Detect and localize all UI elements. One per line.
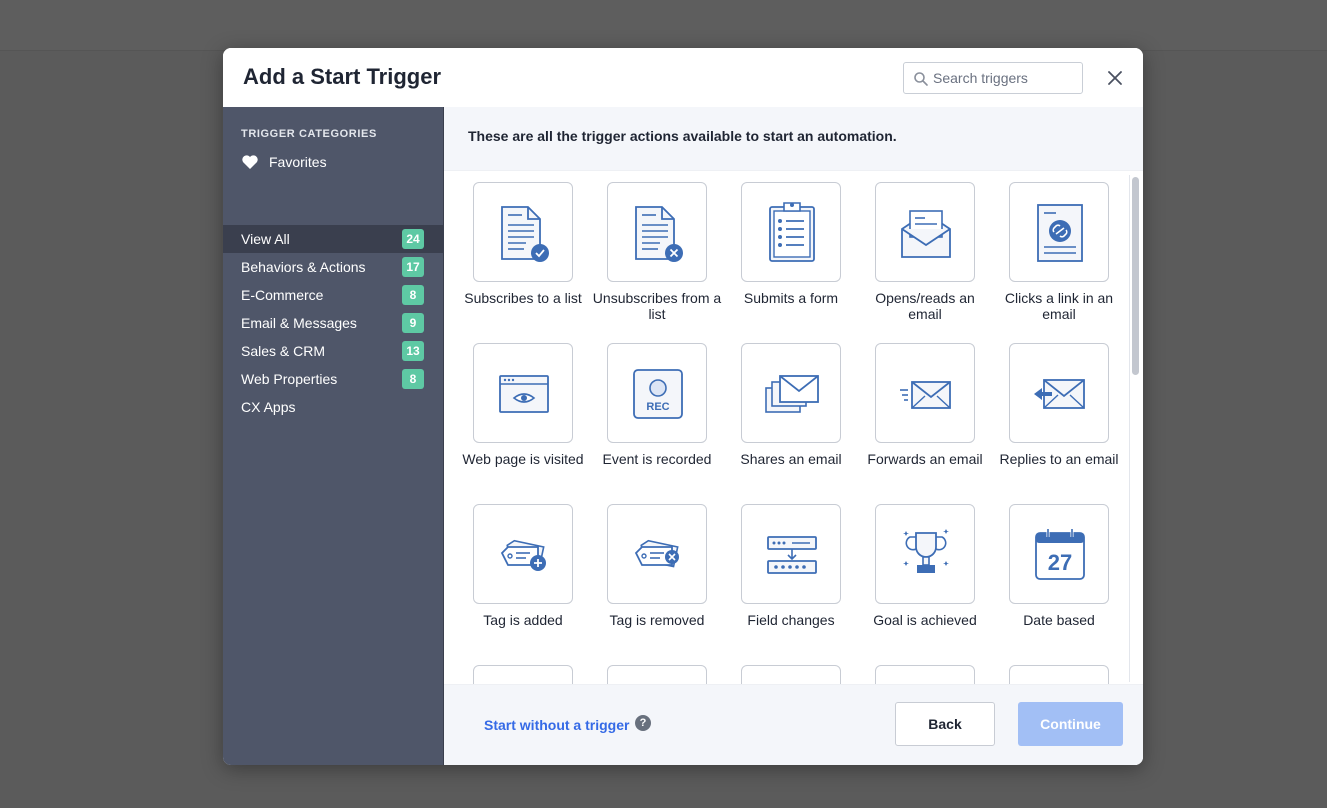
sidebar-item-web-properties[interactable]: Web Properties 8 — [223, 365, 444, 393]
search-box[interactable] — [903, 62, 1083, 94]
trigger-label: Opens/reads an email — [875, 290, 975, 322]
trigger-content: These are all the trigger actions availa… — [444, 107, 1143, 765]
count-badge: 9 — [402, 313, 424, 333]
count-badge: 8 — [402, 369, 424, 389]
list-subscribe-icon — [501, 206, 549, 262]
scrollbar[interactable] — [1129, 175, 1139, 682]
trigger-label: Unsubscribes from a list — [592, 290, 722, 322]
trigger-icon-box — [741, 182, 841, 282]
calendar-day: 27 — [1048, 550, 1072, 575]
trigger-icon-box — [473, 182, 573, 282]
trigger-label: Event is recorded — [602, 451, 712, 467]
field-change-icon — [767, 536, 817, 574]
list-unsubscribe-icon — [635, 206, 683, 262]
trigger-icon-box — [741, 343, 841, 443]
help-icon[interactable]: ? — [635, 715, 651, 731]
heart-icon — [242, 155, 258, 169]
trigger-icon-box — [875, 504, 975, 604]
sidebar-item-label: Behaviors & Actions — [241, 259, 366, 275]
sidebar-item-sales-crm[interactable]: Sales & CRM 13 — [223, 337, 444, 365]
count-badge: 17 — [402, 257, 424, 277]
trigger-label: Submits a form — [743, 290, 839, 306]
share-envelopes-icon — [765, 375, 819, 413]
scrollbar-thumb[interactable] — [1132, 177, 1139, 375]
count-badge: 13 — [402, 341, 424, 361]
trophy-icon — [903, 529, 949, 573]
search-input[interactable] — [933, 63, 1079, 93]
calendar-icon: 27 — [1035, 529, 1085, 580]
close-icon[interactable] — [1105, 68, 1125, 88]
trigger-label: Clicks a link in an email — [1004, 290, 1114, 322]
continue-button[interactable]: Continue — [1018, 702, 1123, 746]
modal-header: Add a Start Trigger — [223, 48, 1143, 107]
sidebar-item-view-all[interactable]: View All 24 — [223, 225, 444, 253]
trigger-icon-box — [607, 665, 707, 684]
reply-envelope-icon — [1034, 379, 1085, 409]
trigger-label: Web page is visited — [462, 451, 584, 467]
trigger-icon-box: 27 — [1009, 504, 1109, 604]
add-start-trigger-modal: Add a Start Trigger TRIGGER CATEGORIES F… — [223, 48, 1143, 765]
trigger-label: Forwards an email — [867, 451, 983, 467]
back-button[interactable]: Back — [895, 702, 995, 746]
favorites-label: Favorites — [269, 154, 327, 170]
sidebar-item-label: Web Properties — [241, 371, 338, 387]
modal-title: Add a Start Trigger — [243, 64, 442, 89]
tag-remove-icon — [634, 539, 679, 568]
trigger-label: Tag is added — [483, 612, 563, 628]
trigger-icon-box — [473, 665, 573, 684]
trigger-icon-box — [473, 343, 573, 443]
modal-footer: Start without a trigger ? Back Continue — [444, 685, 1143, 765]
sidebar-item-behaviors-actions[interactable]: Behaviors & Actions 17 — [223, 253, 444, 281]
search-icon — [914, 72, 928, 86]
sidebar-item-label: View All — [241, 231, 290, 247]
intro-text: These are all the trigger actions availa… — [468, 128, 897, 144]
sidebar-item-label: Email & Messages — [241, 315, 357, 331]
trigger-icon-box — [473, 504, 573, 604]
category-sidebar: TRIGGER CATEGORIES Favorites View All 24… — [223, 107, 444, 765]
trigger-icon-box — [741, 504, 841, 604]
svg-text:REC: REC — [646, 401, 669, 413]
trigger-icon-box — [875, 182, 975, 282]
sidebar-item-label: E-Commerce — [241, 287, 324, 303]
sidebar-item-email-messages[interactable]: Email & Messages 9 — [223, 309, 444, 337]
rec-event-icon: REC — [633, 369, 683, 419]
trigger-icon-box — [607, 504, 707, 604]
link-document-icon — [1037, 204, 1083, 262]
sidebar-item-label: CX Apps — [241, 399, 296, 415]
category-heading: TRIGGER CATEGORIES — [241, 128, 377, 140]
sidebar-item-label: Sales & CRM — [241, 343, 326, 359]
open-envelope-icon — [901, 210, 951, 258]
trigger-label: Shares an email — [740, 451, 842, 467]
trigger-label: Goal is achieved — [873, 612, 977, 628]
trigger-label: Field changes — [747, 612, 835, 628]
count-badge: 8 — [402, 285, 424, 305]
browser-eye-icon — [499, 375, 549, 413]
forward-envelope-icon — [900, 381, 951, 409]
trigger-icon-box — [1009, 182, 1109, 282]
trigger-icon-box — [741, 665, 841, 684]
sidebar-item-e-commerce[interactable]: E-Commerce 8 — [223, 281, 444, 309]
trigger-label: Subscribes to a list — [464, 290, 582, 306]
trigger-icon-box: REC — [607, 343, 707, 443]
trigger-label: Tag is removed — [609, 612, 705, 628]
sidebar-item-favorites[interactable]: Favorites — [241, 152, 431, 172]
clipboard-form-icon — [769, 202, 815, 262]
trigger-icon-box — [875, 665, 975, 684]
sidebar-item-cx-apps[interactable]: CX Apps — [223, 393, 444, 421]
tag-add-icon — [500, 539, 546, 571]
trigger-icon-box — [875, 343, 975, 443]
trigger-label: Date based — [1023, 612, 1095, 628]
trigger-label: Replies to an email — [999, 451, 1119, 467]
start-without-trigger-link[interactable]: Start without a trigger — [484, 717, 629, 733]
page-backdrop — [0, 0, 1327, 51]
trigger-icon-box — [1009, 665, 1109, 684]
trigger-grid: Subscribes to a list Unsubscribes from a… — [444, 170, 1143, 685]
count-badge: 24 — [402, 229, 424, 249]
trigger-icon-box — [607, 182, 707, 282]
trigger-icon-box — [1009, 343, 1109, 443]
